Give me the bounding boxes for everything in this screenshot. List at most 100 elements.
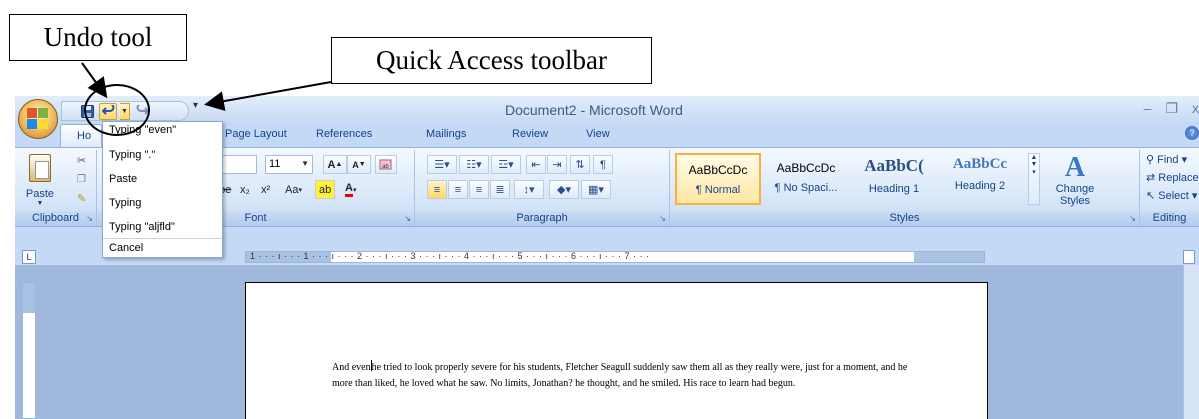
style-gallery-scroll[interactable]: ▲ ▼ ▾ [1028,153,1040,205]
align-right-button[interactable]: ≡ [469,180,489,199]
styles-group-label: Styles [670,211,1139,226]
select-button[interactable]: ↖ Select ▾ [1146,189,1197,202]
clear-formatting-button[interactable]: ab [375,155,397,174]
undo-menu-item[interactable]: Paste [109,173,137,185]
sort-button[interactable]: ⇅ [570,155,590,174]
align-left-button[interactable]: ≡ [427,180,447,199]
align-center-button[interactable]: ≡ [448,180,468,199]
undo-menu-item[interactable]: Typing "aljfld" [109,221,175,233]
vertical-ruler-margin [23,283,35,313]
multilevel-list-button[interactable]: ☲▾ [491,155,521,174]
select-cursor-icon: ↖ [1146,190,1159,202]
undo-highlight-circle [84,84,150,136]
numbering-button[interactable]: ☷▾ [459,155,489,174]
clipboard-group: Paste ▼ ✂ ❐ ✎ Clipboard ↘ [15,150,97,226]
tab-references[interactable]: References [316,128,372,140]
vertical-ruler[interactable] [22,282,36,419]
horizontal-ruler[interactable]: 1 · · · ı · · · 1 · · · ı · · · 2 · · · … [245,251,985,263]
change-styles-button[interactable]: A Change Styles [1050,153,1100,208]
paste-dropdown-icon[interactable]: ▼ [20,200,60,207]
binoculars-icon: ⚲ [1146,154,1158,166]
title-bar: ▼ ▾ Document2 - Microsoft Word – ❐ x [15,96,1199,124]
text-after-cursor: he tried to look properly severe for his… [332,362,908,389]
styles-launcher-icon[interactable]: ↘ [1129,214,1136,223]
maximize-button[interactable]: ❐ [1165,100,1178,117]
borders-button[interactable]: ▦▾ [581,180,611,199]
highlight-color-button[interactable]: ab [315,180,336,199]
tab-selector[interactable]: L [22,250,36,264]
customize-qat-icon[interactable]: ▾ [193,100,198,111]
window-controls: – ❐ x [1144,100,1199,117]
style-normal[interactable]: AaBbCcDc ¶ Normal [675,153,761,205]
undo-history-menu: Typing "even" Typing "." Paste Typing Ty… [102,121,223,258]
tab-view[interactable]: View [586,128,610,140]
styles-group: AaBbCcDc ¶ Normal AaBbCcDc ¶ No Spaci...… [670,150,1140,226]
shrink-font-button[interactable]: A ▼ [347,155,371,174]
style-sample: AaBbC( [864,156,924,175]
menu-separator [103,238,222,239]
change-styles-label: Change Styles [1055,183,1095,207]
style-name: ¶ No Spaci... [774,182,838,194]
view-ruler-icon[interactable] [1183,250,1195,264]
tab-review[interactable]: Review [512,128,548,140]
subscript-button[interactable]: x₂ [240,180,250,199]
tab-mailings[interactable]: Mailings [426,128,466,140]
paste-label: Paste [25,188,55,200]
ruler-ticks: 1 · · · ı · · · 1 · · · ı · · · 2 · · · … [250,251,650,261]
clipboard-group-label: Clipboard [15,211,96,226]
undo-tool-annotation: Undo tool [9,14,187,61]
find-button[interactable]: ⚲ Find ▾ [1146,153,1187,166]
help-icon[interactable]: ? [1185,126,1199,140]
document-text[interactable]: And evenhe tried to look properly severe… [332,360,912,392]
svg-text:ab: ab [382,164,389,170]
line-spacing-button[interactable]: ↕▾ [514,180,544,199]
clipboard-icon [29,154,51,182]
office-button[interactable] [18,99,58,139]
font-launcher-icon[interactable]: ↘ [404,214,411,223]
close-button[interactable]: x [1192,100,1199,117]
replace-button[interactable]: ⇄ Replace [1146,171,1199,184]
bullets-button[interactable]: ☰▾ [427,155,457,174]
style-name: Heading 1 [868,183,920,195]
window-title: Document2 - Microsoft Word [505,102,683,118]
style-heading-2[interactable]: AaBbCc Heading 2 [937,153,1023,205]
font-size-dropdown-icon[interactable]: ▼ [301,159,309,168]
increase-indent-button[interactable]: ⇥ [547,155,567,174]
paragraph-launcher-icon[interactable]: ↘ [659,214,666,223]
copy-icon[interactable]: ❐ [77,174,86,185]
text-before-cursor: And even [332,362,371,373]
style-sample: AaBbCcDc [776,161,836,175]
replace-icon: ⇄ [1146,172,1159,184]
paste-button[interactable]: Paste ▼ [20,154,60,207]
editing-group: ⚲ Find ▾ ⇄ Replace ↖ Select ▾ Editing [1140,150,1199,226]
shading-button[interactable]: ◆▾ [549,180,579,199]
grow-font-button[interactable]: A ▲ [323,155,347,174]
decrease-indent-button[interactable]: ⇤ [526,155,546,174]
paragraph-group: ☰▾ ☷▾ ☲▾ ⇤ ⇥ ⇅ ¶ ≡ ≡ ≡ ≣ ↕▾ ◆▾ ▦▾ Paragr… [415,150,670,226]
change-case-button[interactable]: Aa ▾ [285,180,302,199]
tab-page-layout[interactable]: Page Layout [225,128,287,140]
justify-button[interactable]: ≣ [490,180,510,199]
undo-menu-item[interactable]: Typing "." [109,149,155,161]
show-marks-button[interactable]: ¶ [593,155,613,174]
ruler-right-margin [914,252,984,262]
font-size-field[interactable]: 11 ▼ [265,155,313,174]
minimize-button[interactable]: – [1144,100,1152,117]
font-color-button[interactable]: A ▾ [345,180,356,199]
cut-icon[interactable]: ✂ [77,154,86,167]
undo-menu-item[interactable]: Typing [109,197,141,209]
paragraph-group-label: Paragraph [415,211,669,226]
style-sample: AaBbCcDc [688,163,748,177]
vertical-scrollbar[interactable] [1183,265,1199,419]
style-heading-1[interactable]: AaBbC( Heading 1 [851,153,937,205]
style-no-spacing[interactable]: AaBbCcDc ¶ No Spaci... [763,153,849,205]
quick-access-toolbar-annotation: Quick Access toolbar [331,37,652,84]
style-sample: AaBbCc [952,156,1008,172]
superscript-button[interactable]: x² [261,180,270,199]
format-painter-icon[interactable]: ✎ [77,192,86,205]
editing-group-label: Editing [1140,211,1199,226]
undo-cancel-item[interactable]: Cancel [109,242,143,254]
clipboard-launcher-icon[interactable]: ↘ [86,214,93,223]
style-name: ¶ Normal [695,184,741,196]
document-page[interactable]: And evenhe tried to look properly severe… [245,282,988,419]
